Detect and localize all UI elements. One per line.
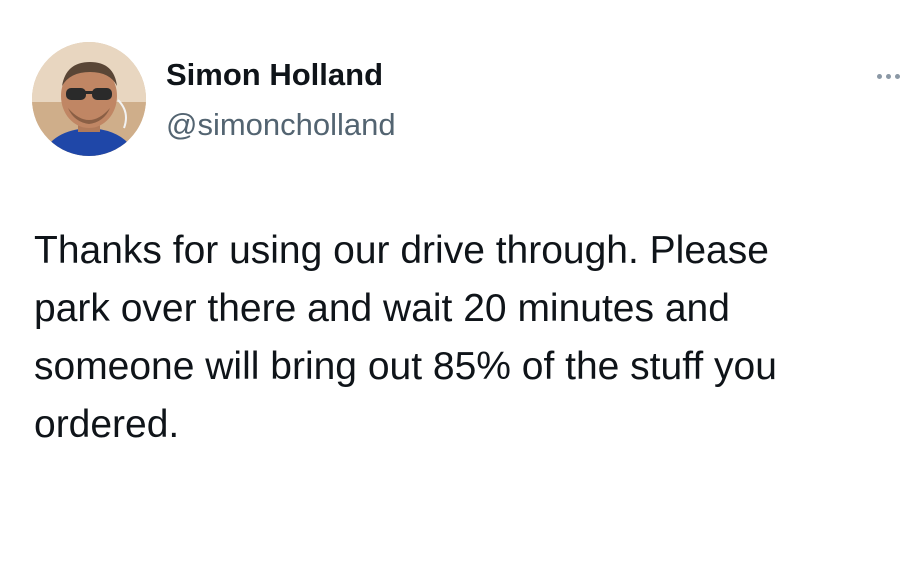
- tweet-card: Simon Holland @simoncholland Thanks for …: [0, 0, 912, 572]
- more-options-button[interactable]: [868, 64, 908, 88]
- tweet-text-line: someone will bring out 85% of the stuff …: [34, 345, 777, 388]
- tweet-text: Thanks for using our drive through. Plea…: [34, 222, 884, 454]
- more-options-icon: [885, 73, 891, 79]
- avatar[interactable]: [32, 42, 146, 156]
- more-options-icon: [876, 73, 882, 79]
- user-info: Simon Holland @simoncholland: [166, 56, 396, 144]
- tweet-text-line: Thanks for using our drive through. Plea…: [34, 229, 769, 272]
- profile-photo-icon: [32, 42, 146, 156]
- more-options-icon: [894, 73, 900, 79]
- display-name[interactable]: Simon Holland: [166, 56, 396, 94]
- tweet-text-line: ordered.: [34, 403, 180, 446]
- tweet-text-line: park over there and wait 20 minutes and: [34, 287, 730, 330]
- user-handle[interactable]: @simoncholland: [166, 106, 396, 144]
